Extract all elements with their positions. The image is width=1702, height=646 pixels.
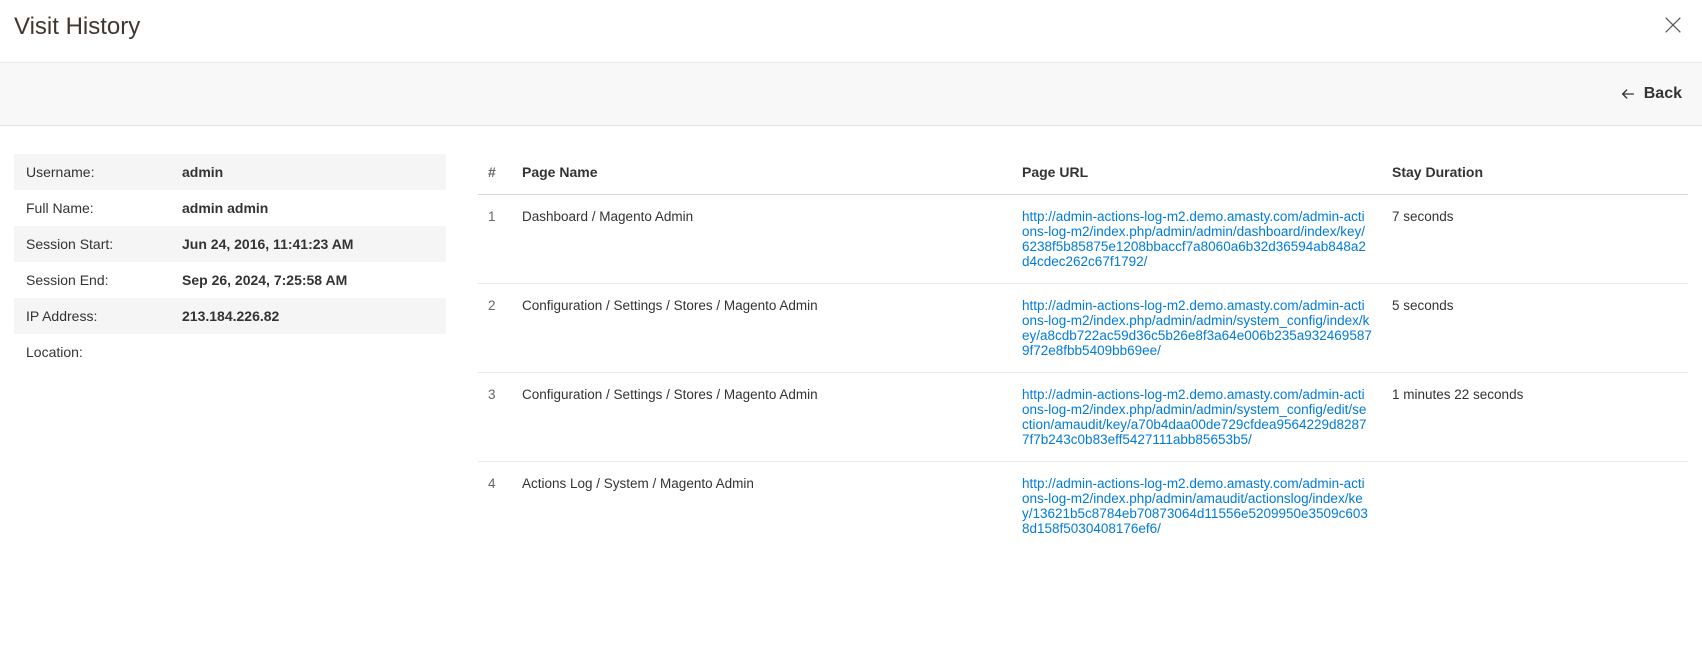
cell-page-url: http://admin-actions-log-m2.demo.amasty.…	[1012, 284, 1382, 373]
page-url-link[interactable]: http://admin-actions-log-m2.demo.amasty.…	[1022, 209, 1372, 269]
info-label: Full Name:	[26, 200, 182, 216]
info-row-username: Username: admin	[14, 154, 446, 190]
col-header-stay-duration: Stay Duration	[1382, 154, 1688, 195]
table-row: 1 Dashboard / Magento Admin http://admin…	[478, 195, 1688, 284]
back-button[interactable]: Back	[1620, 85, 1682, 103]
cell-page-url: http://admin-actions-log-m2.demo.amasty.…	[1012, 373, 1382, 462]
page-title: Visit History	[14, 13, 140, 41]
close-icon[interactable]	[1658, 10, 1688, 44]
col-header-page-name: Page Name	[512, 154, 1012, 195]
info-label: Username:	[26, 164, 182, 180]
info-value: 213.184.226.82	[182, 308, 279, 324]
info-value: admin	[182, 164, 223, 180]
session-info-panel: Username: admin Full Name: admin admin S…	[14, 154, 446, 370]
cell-page-name: Actions Log / System / Magento Admin	[512, 462, 1012, 551]
info-row-location: Location:	[14, 334, 446, 370]
cell-num: 4	[478, 462, 512, 551]
back-button-label: Back	[1644, 85, 1682, 103]
cell-stay-duration: 1 minutes 22 seconds	[1382, 373, 1688, 462]
info-label: Session Start:	[26, 236, 182, 252]
cell-page-url: http://admin-actions-log-m2.demo.amasty.…	[1012, 195, 1382, 284]
content: Username: admin Full Name: admin admin S…	[0, 126, 1702, 570]
col-header-page-url: Page URL	[1012, 154, 1382, 195]
cell-num: 3	[478, 373, 512, 462]
info-label: Location:	[26, 344, 182, 360]
info-row-session-end: Session End: Sep 26, 2024, 7:25:58 AM	[14, 262, 446, 298]
cell-page-url: http://admin-actions-log-m2.demo.amasty.…	[1012, 462, 1382, 551]
cell-num: 2	[478, 284, 512, 373]
cell-num: 1	[478, 195, 512, 284]
table-row: 3 Configuration / Settings / Stores / Ma…	[478, 373, 1688, 462]
info-row-fullname: Full Name: admin admin	[14, 190, 446, 226]
visit-history-table-panel: # Page Name Page URL Stay Duration 1 Das…	[478, 154, 1688, 550]
info-label: IP Address:	[26, 308, 182, 324]
toolbar: Back	[0, 63, 1702, 126]
cell-page-name: Configuration / Settings / Stores / Mage…	[512, 373, 1012, 462]
cell-stay-duration: 7 seconds	[1382, 195, 1688, 284]
cell-stay-duration	[1382, 462, 1688, 551]
page-url-link[interactable]: http://admin-actions-log-m2.demo.amasty.…	[1022, 476, 1372, 536]
cell-page-name: Dashboard / Magento Admin	[512, 195, 1012, 284]
info-row-session-start: Session Start: Jun 24, 2016, 11:41:23 AM	[14, 226, 446, 262]
info-label: Session End:	[26, 272, 182, 288]
col-header-num: #	[478, 154, 512, 195]
cell-page-name: Configuration / Settings / Stores / Mage…	[512, 284, 1012, 373]
arrow-left-icon	[1620, 86, 1636, 102]
page-header: Visit History	[0, 0, 1702, 63]
page-url-link[interactable]: http://admin-actions-log-m2.demo.amasty.…	[1022, 387, 1372, 447]
cell-stay-duration: 5 seconds	[1382, 284, 1688, 373]
info-row-ip-address: IP Address: 213.184.226.82	[14, 298, 446, 334]
info-value: admin admin	[182, 200, 268, 216]
table-header-row: # Page Name Page URL Stay Duration	[478, 154, 1688, 195]
visit-history-table: # Page Name Page URL Stay Duration 1 Das…	[478, 154, 1688, 550]
page-url-link[interactable]: http://admin-actions-log-m2.demo.amasty.…	[1022, 298, 1372, 358]
info-value: Jun 24, 2016, 11:41:23 AM	[182, 236, 353, 252]
table-row: 2 Configuration / Settings / Stores / Ma…	[478, 284, 1688, 373]
table-row: 4 Actions Log / System / Magento Admin h…	[478, 462, 1688, 551]
info-value: Sep 26, 2024, 7:25:58 AM	[182, 272, 347, 288]
